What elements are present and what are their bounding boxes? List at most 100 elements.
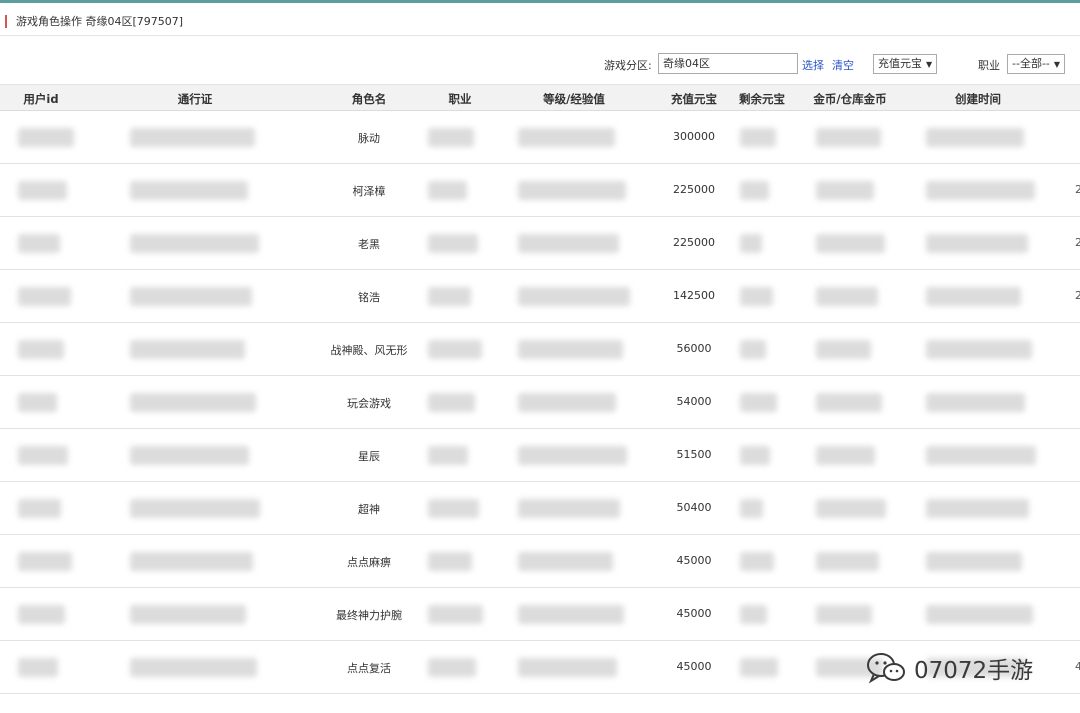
table-row[interactable]: 铭浩 142500 2 <box>0 270 1080 323</box>
redacted-cell <box>518 234 619 253</box>
table-row[interactable]: 脉动 300000 <box>0 111 1080 164</box>
table-row[interactable]: 点点麻痹 45000 <box>0 535 1080 588</box>
role-name-cell: 老黑 <box>358 238 380 251</box>
title-accent-mark <box>5 15 7 28</box>
redacted-cell <box>18 499 61 518</box>
redacted-cell <box>428 181 467 200</box>
recharge-cell: 225000 <box>673 236 715 249</box>
sort-select[interactable]: 充值元宝 ▼ <box>873 54 938 74</box>
column-header[interactable]: 金币/仓库金币 <box>813 91 886 107</box>
table-row[interactable]: 老黑 225000 2 <box>0 217 1080 270</box>
zone-label: 游戏分区: <box>604 59 652 72</box>
redacted-cell <box>816 234 885 253</box>
redacted-cell <box>428 128 474 147</box>
job-label: 职业 <box>978 59 1000 72</box>
truncated-cell: 2 <box>1075 289 1080 302</box>
select-zone-link[interactable]: 选择 <box>802 57 824 73</box>
redacted-cell <box>926 552 1022 571</box>
recharge-cell: 51500 <box>676 448 712 461</box>
redacted-cell <box>18 552 72 571</box>
redacted-cell <box>816 340 871 359</box>
table-row[interactable]: 超神 50400 <box>0 482 1080 535</box>
redacted-cell <box>816 446 875 465</box>
zone-input[interactable]: 奇缘04区 <box>658 53 798 74</box>
redacted-cell <box>740 658 778 677</box>
caret-down-icon: ▼ <box>1053 60 1061 69</box>
redacted-cell <box>816 605 872 624</box>
redacted-cell <box>926 499 1029 518</box>
redacted-cell <box>130 499 260 518</box>
truncated-cell: 4 <box>1075 660 1080 673</box>
watermark: 07072手游 <box>866 648 1033 688</box>
column-header[interactable]: 等级/经验值 <box>543 91 605 107</box>
table-row[interactable]: 战神殿、风无形 56000 <box>0 323 1080 376</box>
redacted-cell <box>18 393 57 412</box>
role-name-cell: 铭浩 <box>358 291 380 304</box>
column-header[interactable]: 创建时间 <box>955 91 1001 107</box>
redacted-cell <box>428 605 483 624</box>
recharge-cell: 142500 <box>673 289 715 302</box>
role-name-cell: 点点麻痹 <box>347 556 391 569</box>
column-header[interactable]: 剩余元宝 <box>739 91 785 107</box>
redacted-cell <box>130 393 256 412</box>
column-header[interactable]: 用户id <box>23 91 58 107</box>
redacted-cell <box>740 287 773 306</box>
recharge-cell: 225000 <box>673 183 715 196</box>
redacted-cell <box>816 287 878 306</box>
redacted-cell <box>428 234 478 253</box>
redacted-cell <box>926 340 1032 359</box>
column-header[interactable]: 职业 <box>449 91 472 107</box>
redacted-cell <box>926 181 1035 200</box>
redacted-cell <box>740 499 763 518</box>
truncated-cell: 2 <box>1075 236 1080 249</box>
redacted-cell <box>18 340 64 359</box>
redacted-cell <box>428 499 479 518</box>
table-row[interactable]: 柯泽樟 225000 2 <box>0 164 1080 217</box>
table-header: 用户id 通行证 角色名 职业 等级/经验值 充值元宝 剩余元宝 金币/仓库金币… <box>0 84 1080 111</box>
redacted-cell <box>518 287 630 306</box>
redacted-cell <box>428 393 475 412</box>
redacted-cell <box>926 605 1033 624</box>
redacted-cell <box>816 499 886 518</box>
recharge-cell: 50400 <box>676 501 712 514</box>
redacted-cell <box>18 234 60 253</box>
table-row[interactable]: 玩会游戏 54000 <box>0 376 1080 429</box>
redacted-cell <box>926 446 1036 465</box>
redacted-cell <box>816 393 882 412</box>
page-title: 游戏角色操作 奇缘04区[797507] <box>16 15 184 28</box>
table-row[interactable]: 星辰 51500 <box>0 429 1080 482</box>
redacted-cell <box>130 658 257 677</box>
wechat-icon <box>867 653 905 684</box>
redacted-cell <box>740 552 774 571</box>
column-header[interactable]: 角色名 <box>352 91 387 107</box>
role-name-cell: 玩会游戏 <box>347 397 391 410</box>
role-name-cell: 最终神力护腕 <box>336 609 402 622</box>
redacted-cell <box>130 552 253 571</box>
redacted-cell <box>740 234 762 253</box>
recharge-cell: 45000 <box>676 554 712 567</box>
column-header[interactable]: 通行证 <box>178 91 213 107</box>
redacted-cell <box>740 446 770 465</box>
job-select[interactable]: --全部-- ▼ <box>1007 54 1066 74</box>
recharge-cell: 45000 <box>676 607 712 620</box>
redacted-cell <box>740 393 777 412</box>
redacted-cell <box>130 605 246 624</box>
role-name-cell: 柯泽樟 <box>352 185 386 198</box>
redacted-cell <box>518 605 624 624</box>
redacted-cell <box>518 393 616 412</box>
redacted-cell <box>18 605 65 624</box>
redacted-cell <box>816 181 874 200</box>
redacted-cell <box>518 446 627 465</box>
redacted-cell <box>926 128 1024 147</box>
redacted-cell <box>740 605 767 624</box>
redacted-cell <box>130 128 255 147</box>
redacted-cell <box>18 128 74 147</box>
table-row[interactable]: 最终神力护腕 45000 <box>0 588 1080 641</box>
redacted-cell <box>18 287 71 306</box>
redacted-cell <box>18 181 67 200</box>
redacted-cell <box>926 393 1025 412</box>
column-header[interactable]: 充值元宝 <box>671 91 717 107</box>
clear-zone-link[interactable]: 清空 <box>832 57 854 73</box>
role-name-cell: 超神 <box>358 503 380 516</box>
watermark-text: 07072手游 <box>914 658 1034 684</box>
